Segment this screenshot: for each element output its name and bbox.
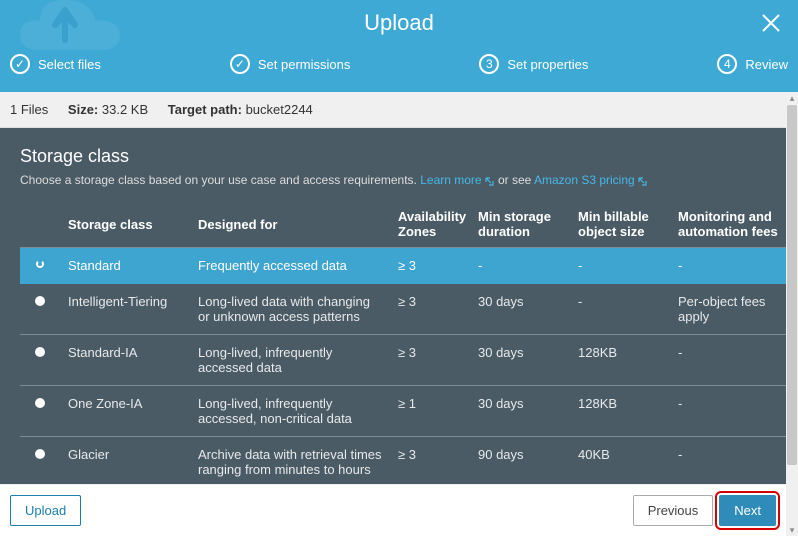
min-billable-size: 128KB bbox=[570, 335, 670, 386]
panel-description: Choose a storage class based on your use… bbox=[20, 173, 766, 187]
designed-for: Long-lived, infrequently accessed, non-c… bbox=[190, 386, 390, 437]
availability-zones: ≥ 3 bbox=[390, 437, 470, 488]
min-billable-size: - bbox=[570, 284, 670, 335]
step-label: Set properties bbox=[507, 57, 588, 72]
min-storage-duration: - bbox=[470, 248, 570, 284]
panel-desc-text: or see bbox=[495, 173, 534, 187]
storage-class-name: One Zone-IA bbox=[60, 386, 190, 437]
radio-icon bbox=[35, 296, 45, 306]
table-header-row: Storage class Designed for Availability … bbox=[20, 201, 786, 248]
storage-class-name: Standard bbox=[60, 248, 190, 284]
learn-more-link[interactable]: Learn more bbox=[420, 173, 494, 187]
scrollbar-thumb[interactable] bbox=[787, 105, 797, 465]
next-button[interactable]: Next bbox=[719, 495, 776, 526]
cloud-upload-icon bbox=[10, 0, 140, 70]
monitoring-fees: - bbox=[670, 248, 786, 284]
target-value: bucket2244 bbox=[246, 102, 313, 117]
external-link-icon bbox=[484, 176, 495, 187]
radio-cell[interactable] bbox=[20, 437, 60, 488]
monitoring-fees: - bbox=[670, 386, 786, 437]
min-billable-size: - bbox=[570, 248, 670, 284]
col-min-billable-size: Min billable object size bbox=[570, 201, 670, 248]
close-button[interactable] bbox=[760, 12, 782, 39]
availability-zones: ≥ 1 bbox=[390, 386, 470, 437]
col-radio bbox=[20, 201, 60, 248]
dialog-header: Upload Select files Set permissions 3 Se… bbox=[0, 0, 798, 92]
storage-class-name: Intelligent-Tiering bbox=[60, 284, 190, 335]
link-label: Amazon S3 pricing bbox=[534, 173, 635, 187]
step-number: 4 bbox=[717, 54, 737, 74]
designed-for: Long-lived data with changing or unknown… bbox=[190, 284, 390, 335]
target-label: Target path: bbox=[168, 102, 242, 117]
previous-button[interactable]: Previous bbox=[633, 495, 714, 526]
table-row[interactable]: Standard-IALong-lived, infrequently acce… bbox=[20, 335, 786, 386]
dialog-body: 1 Files Size: 33.2 KB Target path: bucke… bbox=[0, 92, 798, 536]
monitoring-fees: - bbox=[670, 437, 786, 488]
col-monitoring-fees: Monitoring and automation fees bbox=[670, 201, 786, 248]
availability-zones: ≥ 3 bbox=[390, 335, 470, 386]
min-storage-duration: 30 days bbox=[470, 335, 570, 386]
min-storage-duration: 90 days bbox=[470, 437, 570, 488]
file-info-bar: 1 Files Size: 33.2 KB Target path: bucke… bbox=[0, 92, 786, 128]
size-value: 33.2 KB bbox=[102, 102, 148, 117]
storage-class-name: Glacier bbox=[60, 437, 190, 488]
monitoring-fees: - bbox=[670, 335, 786, 386]
step-number: 3 bbox=[479, 54, 499, 74]
radio-icon bbox=[35, 398, 45, 408]
step-label: Set permissions bbox=[258, 57, 350, 72]
radio-icon bbox=[35, 347, 45, 357]
col-designed-for: Designed for bbox=[190, 201, 390, 248]
radio-cell[interactable] bbox=[20, 335, 60, 386]
step-label: Review bbox=[745, 57, 788, 72]
designed-for: Archive data with retrieval times rangin… bbox=[190, 437, 390, 488]
radio-icon bbox=[36, 260, 44, 268]
min-storage-duration: 30 days bbox=[470, 284, 570, 335]
min-billable-size: 128KB bbox=[570, 386, 670, 437]
monitoring-fees: Per-object fees apply bbox=[670, 284, 786, 335]
col-availability-zones: Availability Zones bbox=[390, 201, 470, 248]
availability-zones: ≥ 3 bbox=[390, 248, 470, 284]
radio-cell[interactable] bbox=[20, 284, 60, 335]
designed-for: Frequently accessed data bbox=[190, 248, 390, 284]
storage-class-panel: Storage class Choose a storage class bas… bbox=[0, 128, 786, 508]
check-icon bbox=[230, 54, 250, 74]
close-icon bbox=[760, 12, 782, 34]
storage-class-name: Standard-IA bbox=[60, 335, 190, 386]
availability-zones: ≥ 3 bbox=[390, 284, 470, 335]
file-count: 1 Files bbox=[10, 102, 48, 117]
min-billable-size: 40KB bbox=[570, 437, 670, 488]
table-row[interactable]: GlacierArchive data with retrieval times… bbox=[20, 437, 786, 488]
vertical-scrollbar[interactable] bbox=[786, 92, 798, 536]
storage-class-table: Storage class Designed for Availability … bbox=[20, 201, 786, 488]
scroll-area: 1 Files Size: 33.2 KB Target path: bucke… bbox=[0, 92, 786, 536]
step-set-properties[interactable]: 3 Set properties bbox=[479, 54, 588, 74]
col-min-storage-duration: Min storage duration bbox=[470, 201, 570, 248]
radio-cell[interactable] bbox=[20, 248, 60, 284]
table-row[interactable]: Intelligent-TieringLong-lived data with … bbox=[20, 284, 786, 335]
step-review[interactable]: 4 Review bbox=[717, 54, 788, 74]
size-label: Size: bbox=[68, 102, 98, 117]
table-row[interactable]: One Zone-IALong-lived, infrequently acce… bbox=[20, 386, 786, 437]
panel-desc-text: Choose a storage class based on your use… bbox=[20, 173, 420, 187]
radio-icon bbox=[35, 449, 45, 459]
min-storage-duration: 30 days bbox=[470, 386, 570, 437]
radio-cell[interactable] bbox=[20, 386, 60, 437]
panel-title: Storage class bbox=[20, 146, 766, 167]
pricing-link[interactable]: Amazon S3 pricing bbox=[534, 173, 648, 187]
upload-button[interactable]: Upload bbox=[10, 495, 81, 526]
col-storage-class: Storage class bbox=[60, 201, 190, 248]
table-row[interactable]: StandardFrequently accessed data≥ 3---- bbox=[20, 248, 786, 284]
designed-for: Long-lived, infrequently accessed data bbox=[190, 335, 390, 386]
external-link-icon bbox=[637, 176, 648, 187]
link-label: Learn more bbox=[420, 173, 481, 187]
step-set-permissions[interactable]: Set permissions bbox=[230, 54, 350, 74]
dialog-footer: Upload Previous Next bbox=[0, 484, 786, 536]
